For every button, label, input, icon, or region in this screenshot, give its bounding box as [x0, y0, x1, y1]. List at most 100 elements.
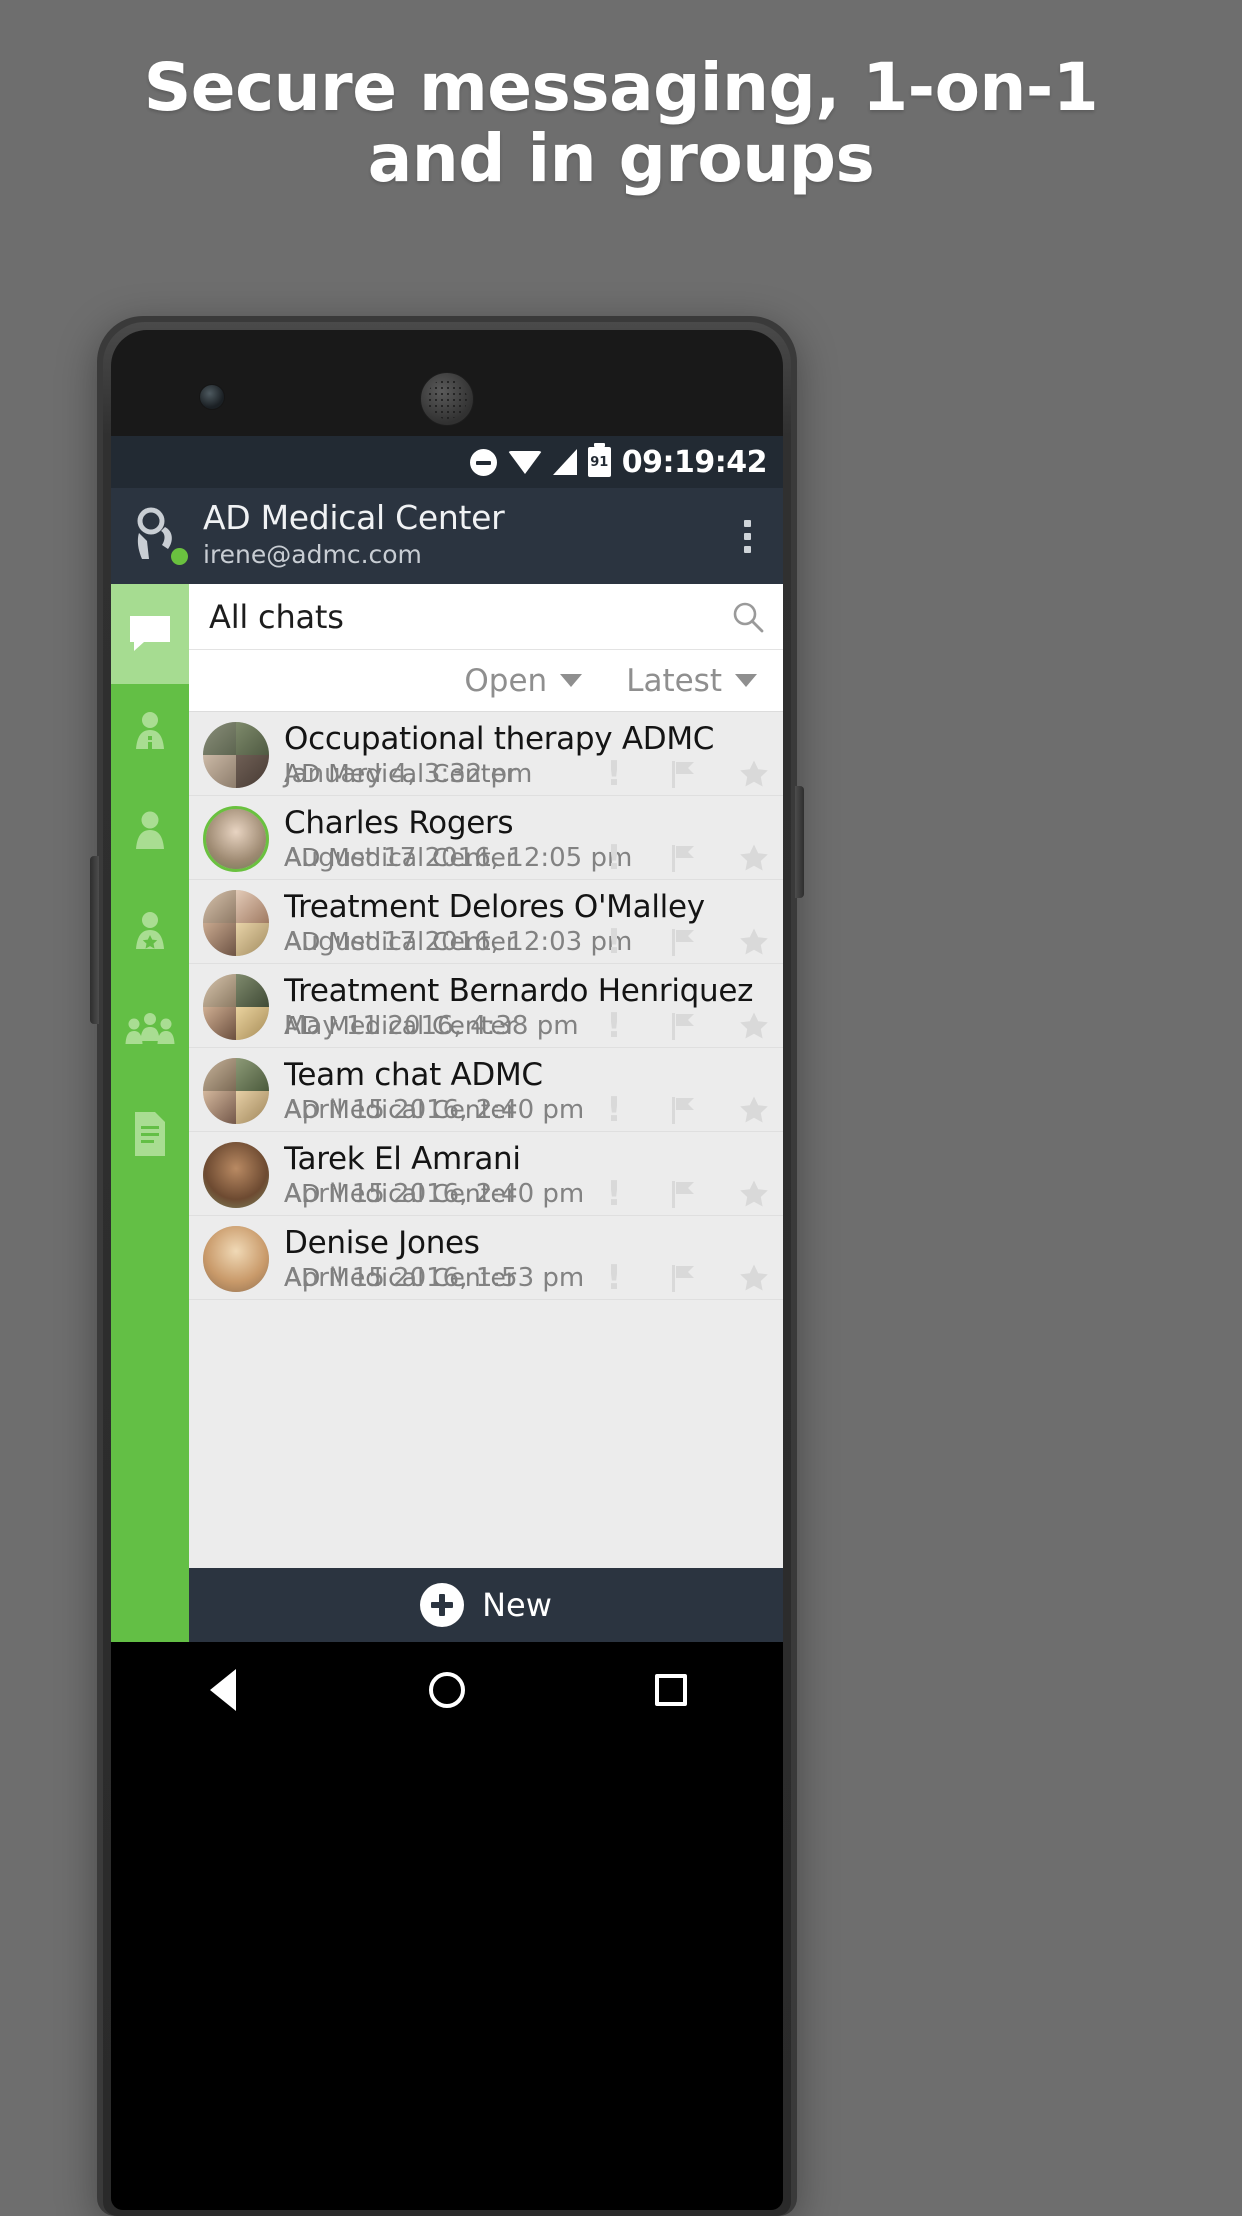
table-row[interactable]: Treatment Bernardo Henriquez AD Medical … [189, 964, 783, 1048]
favorite-action[interactable] [739, 1261, 769, 1295]
avatar [203, 890, 269, 956]
flag-action[interactable] [669, 1177, 699, 1211]
urgent-action[interactable]: ! [599, 1093, 629, 1127]
promo-heading-line1: Secure messaging, 1-on-1 [143, 49, 1099, 126]
flag-action[interactable] [669, 757, 699, 791]
rail-item-documents[interactable] [111, 1084, 189, 1184]
nav-back-button[interactable] [178, 1642, 268, 1738]
new-chat-label: New [482, 1586, 552, 1624]
avatar [203, 1142, 269, 1208]
rail-item-chats[interactable] [111, 584, 189, 684]
favorite-action[interactable] [739, 841, 769, 875]
urgent-action[interactable]: ! [599, 841, 629, 875]
row-actions: ! [599, 925, 769, 959]
table-row[interactable]: Occupational therapy ADMC AD Medical Cen… [189, 712, 783, 796]
chat-list[interactable]: Occupational therapy ADMC AD Medical Cen… [189, 712, 783, 1568]
status-bar: 91 09:19:42 [111, 436, 783, 488]
presence-dot [171, 548, 188, 565]
favorite-action[interactable] [739, 1177, 769, 1211]
chat-time: May 11 2016, 4:38 pm [284, 1011, 579, 1041]
chat-time: August 17 2016, 12:05 pm [284, 843, 633, 873]
urgent-action[interactable]: ! [599, 925, 629, 959]
do-not-disturb-icon [469, 448, 497, 476]
urgent-action[interactable]: ! [599, 757, 629, 791]
chat-title: Team chat ADMC [284, 1059, 543, 1093]
urgent-action[interactable]: ! [599, 1261, 629, 1295]
promo-heading: Secure messaging, 1-on-1 and in groups [0, 52, 1242, 195]
phone-screen: 91 09:19:42 AD Medical Center irene@admc… [111, 436, 783, 1642]
urgent-action[interactable]: ! [599, 1177, 629, 1211]
table-row[interactable]: Treatment Delores O'Malley AD Medical Ce… [189, 880, 783, 964]
flag-icon [672, 929, 694, 956]
favorite-action[interactable] [739, 925, 769, 959]
flag-icon [672, 761, 694, 788]
chat-time: April 15 2016, 2:40 pm [284, 1179, 585, 1209]
flag-action[interactable] [669, 1093, 699, 1127]
flag-action[interactable] [669, 925, 699, 959]
rail-item-patients[interactable] [111, 684, 189, 784]
chat-title: Treatment Delores O'Malley [284, 891, 705, 925]
nav-home-button[interactable] [402, 1642, 492, 1738]
flag-icon [672, 1097, 694, 1124]
star-icon [740, 1096, 768, 1123]
urgent-action[interactable]: ! [599, 1009, 629, 1043]
rail-item-groups[interactable] [111, 984, 189, 1084]
header-text-block: AD Medical Center irene@admc.com [203, 497, 729, 571]
front-camera-icon [199, 384, 225, 410]
person-avatar-logo[interactable] [125, 505, 188, 567]
avatar [203, 1226, 269, 1292]
nav-rail [111, 584, 189, 1642]
table-row[interactable]: Charles Rogers AD Medical Center August … [189, 796, 783, 880]
star-icon [740, 928, 768, 955]
chat-title: Treatment Bernardo Henriquez [284, 975, 754, 1009]
table-row[interactable]: Team chat ADMC AD Medical Center April 1… [189, 1048, 783, 1132]
filter-sort-dropdown[interactable]: Latest [626, 663, 757, 699]
flag-action[interactable] [669, 1009, 699, 1043]
nav-recents-button[interactable] [626, 1642, 716, 1738]
favorite-action[interactable] [739, 1093, 769, 1127]
person-star-icon [136, 912, 164, 949]
rail-item-contacts[interactable] [111, 784, 189, 884]
row-actions: ! [599, 757, 769, 791]
plus-circle-icon [420, 1583, 465, 1627]
star-icon [740, 760, 768, 787]
flag-action[interactable] [669, 1261, 699, 1295]
search-icon[interactable] [731, 600, 765, 634]
star-icon [740, 1012, 768, 1039]
flag-icon [672, 1181, 694, 1208]
flag-action[interactable] [669, 841, 699, 875]
overflow-menu-icon[interactable] [729, 519, 765, 553]
chat-title: Denise Jones [284, 1227, 480, 1261]
chat-time: April 15 2016, 1:53 pm [284, 1263, 585, 1293]
flag-icon [672, 1265, 694, 1292]
phone-face: 91 09:19:42 AD Medical Center irene@admc… [111, 330, 783, 2210]
avatar [203, 1058, 269, 1124]
star-icon [740, 1264, 768, 1291]
star-icon [740, 844, 768, 871]
screen-body: All chats Open Latest Occupational thera… [111, 584, 783, 1642]
phone-device-mockup: 91 09:19:42 AD Medical Center irene@admc… [90, 316, 804, 2216]
favorite-action[interactable] [739, 1009, 769, 1043]
table-row[interactable]: Tarek El Amrani AD Medical Center April … [189, 1132, 783, 1216]
app-header: AD Medical Center irene@admc.com [111, 488, 783, 584]
battery-level: 91 [590, 455, 609, 470]
back-triangle-icon [210, 1669, 236, 1711]
search-input[interactable]: All chats [209, 598, 731, 636]
volume-button[interactable] [90, 856, 99, 1024]
power-button[interactable] [795, 786, 804, 898]
home-circle-icon [429, 1672, 465, 1708]
table-row[interactable]: Denise Jones AD Medical Center April 15 … [189, 1216, 783, 1300]
rail-item-favorites[interactable] [111, 884, 189, 984]
filter-status-dropdown[interactable]: Open [464, 663, 583, 699]
group-people-icon [125, 1013, 175, 1044]
battery-icon: 91 [587, 443, 611, 477]
row-actions: ! [599, 1261, 769, 1295]
header-title: AD Medical Center [203, 497, 505, 537]
favorite-action[interactable] [739, 757, 769, 791]
row-actions: ! [599, 1009, 769, 1043]
new-chat-button[interactable]: New [189, 1568, 783, 1642]
document-icon [135, 1112, 165, 1156]
search-row: All chats [189, 584, 783, 650]
earpiece-mesh [427, 379, 467, 419]
header-subtitle: irene@admc.com [203, 539, 422, 569]
